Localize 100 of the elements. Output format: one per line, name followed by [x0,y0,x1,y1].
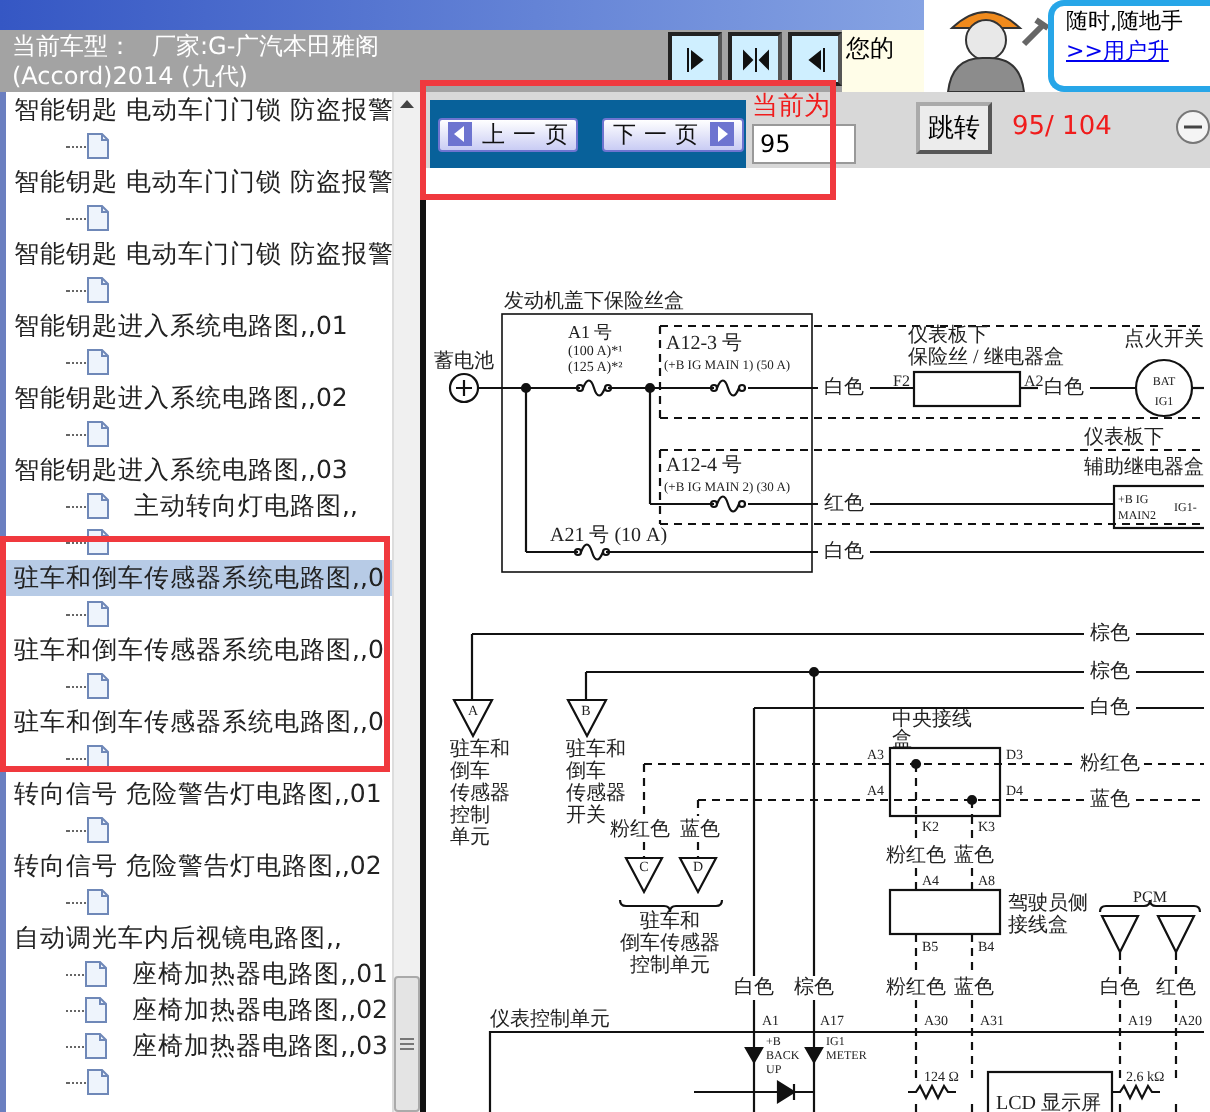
diagram-label: 倒车 [450,760,490,783]
tree-item[interactable]: 主动转向灯电路图,, [130,488,362,524]
diagram-label: 仪表板下 [908,324,988,347]
diagram-label: 发动机盖下保险丝盒 [504,290,684,313]
diagram-label: 白色 [734,976,774,999]
diagram-label: 蓝色 [680,818,720,841]
vehicle-label: 当前车型： [12,32,132,62]
diagram-label: 蓝色 [954,844,994,867]
diagram-label: 保险丝 / 继电器盒 [908,346,1064,369]
page-count: 95/ 104 [1012,112,1112,142]
scrollbar[interactable] [392,92,420,1112]
diagram-label: 单元 [450,826,490,849]
diagram-label: 中央接线 [892,708,972,731]
diagram-label: A2 [1024,371,1044,390]
diagram-label: 点火开关 [1124,328,1204,351]
round-button[interactable] [1176,110,1210,144]
document-icon [86,348,110,376]
diagram-label: 仪表控制单元 [490,1008,610,1031]
double-arrow-icon [741,45,769,73]
tree-item[interactable]: 智能钥匙进入系统电路图,,02 [6,380,352,416]
diagram-label: F2 [893,371,910,390]
diagram-label: 驻车和 [640,910,700,933]
panel-toggle-button[interactable] [788,32,842,86]
diagram-label: 蓝色 [954,976,994,999]
diagram-label: 红色 [1156,976,1196,999]
previous-page-button[interactable]: 上 一 页 [438,117,579,151]
arrow-left-icon [805,45,825,73]
document-icon [86,672,110,700]
jump-button[interactable]: 跳转 [916,102,992,154]
scroll-thumb[interactable] [394,976,420,1112]
diagram-label: 红色 [824,492,864,515]
upgrade-link[interactable]: >>用户升 [1066,36,1210,66]
diagram-label: 白色 [824,376,864,399]
document-icon [84,960,109,988]
tree-item[interactable]: 座椅加热器电路图,,02 [128,992,392,1028]
document-icon [84,1032,109,1060]
document-icon [86,276,110,304]
diagram-label: LCD 显示屏 [996,1092,1101,1112]
diagram-label: 粉红色 [1080,752,1140,775]
diagram-label: 倒车 [566,760,606,783]
diagram-label: A21 号 (10 A) [550,524,668,547]
tree-item[interactable]: 智能钥匙 电动车门门锁 防盗报警 [6,236,392,272]
tree-item[interactable]: 智能钥匙进入系统电路图,,01 [6,308,352,344]
tree-item[interactable]: 转向信号 危险警告灯电路图,,02 [6,848,386,884]
diagram-label: 接线盒 [1008,914,1068,937]
diagram-label: A1 号 [568,322,613,343]
arrow-right-icon [709,122,734,146]
diagram-label: 辅助继电器盒 [1084,456,1204,479]
diagram-label: 控制 [450,804,490,827]
diagram-label: 盒 [892,728,912,751]
diagram-label: 粉红色 [886,844,946,867]
document-icon [86,420,110,448]
diagram-label: 白色 [1090,696,1130,719]
document-icon [84,996,109,1024]
diagram-label: 驻车和 [450,738,510,761]
vehicle-model: (Accord)2014 (九代) [12,62,250,92]
diagram-label: 驾驶员侧 [1008,892,1088,915]
document-icon [86,492,110,520]
tree-item[interactable]: 驻车和倒车传感器系统电路图,,0 [6,632,388,668]
minus-icon [1184,124,1202,130]
tree-item[interactable]: 自动调光车内后视镜电路图,, [6,920,346,956]
tree-item[interactable]: 智能钥匙 电动车门门锁 防盗报警 [6,164,392,200]
next-page-button[interactable]: 下 一 页 [602,117,744,151]
tree-item[interactable]: 座椅加热器电路图,,01 [128,956,392,992]
diagram-label: 驻车和 [566,738,626,761]
diagram-label: 白色 [824,540,864,563]
diagram-label: 仪表板下 [1084,426,1164,449]
diagram-label: 白色 [1044,376,1084,399]
diagram-label: A12-3 号 [666,332,743,355]
tree-item[interactable]: 驻车和倒车传感器系统电路图,,0 [6,704,388,740]
document-icon [86,888,110,916]
tree-item[interactable]: 智能钥匙 电动车门门锁 防盗报警 [6,92,392,128]
ad-text: 随时,随地手 [1066,6,1185,36]
diagram-label: 粉红色 [610,818,670,841]
tree-item[interactable]: 驻车和倒车传感器系统电路图,,0 [6,560,392,596]
current-page-label: 当前为 [752,92,832,124]
diagram-label: 控制单元 [630,954,710,977]
diagram-label: 蓄电池 [434,350,494,373]
diagram-label: 粉红色 [886,976,946,999]
diagram-label: 倒车传感器 [620,932,720,955]
arrow-left-icon [448,122,472,146]
document-icon [86,600,110,628]
tree-item[interactable]: 座椅加热器电路图,,03 [128,1028,392,1064]
diagram-label: A12-4 号 [666,454,743,477]
document-icon [86,1068,110,1096]
vehicle-maker: 厂家:G-广汽本田雅阁 [152,32,380,62]
document-icon [86,204,110,232]
diagram-label: 传感器 [450,782,510,805]
notice-text: 您的 [842,30,924,92]
diagram-label: 棕色 [794,976,834,999]
tree-item[interactable]: 转向信号 危险警告灯电路图,,01 [6,776,386,812]
document-icon [86,816,110,844]
diagram-label: 传感器 [566,782,626,805]
diagram-label: 蓝色 [1090,788,1130,811]
page-input[interactable]: 95 [752,124,856,164]
diagram-label: 棕色 [1090,622,1130,645]
arrow-right-icon [685,45,705,73]
diagram-label: 白色 [1100,976,1140,999]
tree-item[interactable]: 智能钥匙进入系统电路图,,03 [6,452,352,488]
diagram-label: PCM [1133,887,1167,906]
